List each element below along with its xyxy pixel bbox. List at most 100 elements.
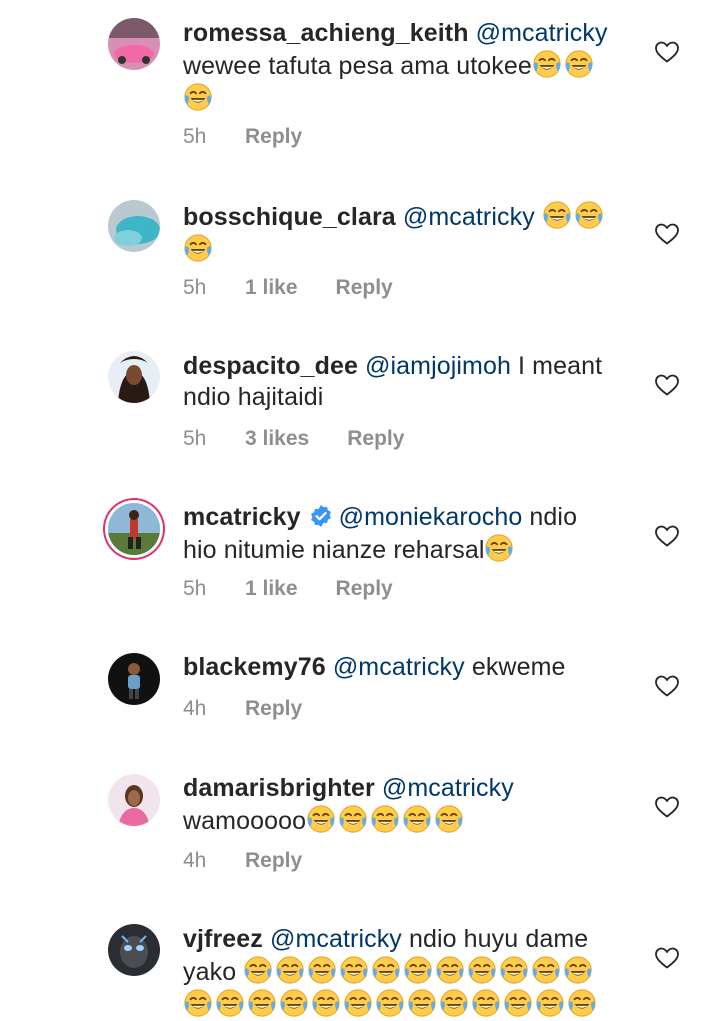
mention-link[interactable]: @moniekarocho (339, 503, 523, 531)
face-with-tears-of-joy-icon (542, 200, 572, 230)
comment-body: yako (183, 958, 237, 986)
reply-button[interactable]: Reply (336, 275, 393, 301)
mention-link[interactable]: @mcatricky (403, 203, 535, 231)
comment-body: wewee tafuta pesa ama utokee (183, 52, 532, 80)
comment-text: bosschique_clara @mcatricky (183, 200, 633, 266)
face-with-tears-of-joy-icon (338, 804, 368, 834)
avatar[interactable] (108, 774, 160, 826)
face-with-tears-of-joy-icon (531, 955, 561, 985)
reply-button[interactable]: Reply (245, 848, 302, 874)
face-with-tears-of-joy-icon (499, 955, 529, 985)
face-with-tears-of-joy-icon (503, 988, 533, 1018)
face-with-tears-of-joy-icon (247, 988, 277, 1018)
face-with-tears-of-joy-icon (535, 988, 565, 1018)
comment-body: ndio (529, 503, 578, 531)
comment-body: ekweme (471, 653, 566, 681)
reply-button[interactable]: Reply (245, 696, 302, 722)
face-with-tears-of-joy-icon (467, 955, 497, 985)
avatar[interactable] (108, 351, 160, 403)
timestamp: 4h (183, 697, 207, 720)
reply-button[interactable]: Reply (347, 426, 404, 452)
comment-body: ndio hajitaidi (183, 383, 324, 411)
face-with-tears-of-joy-icon (407, 988, 437, 1018)
face-with-tears-of-joy-icon (307, 955, 337, 985)
comment-meta: 5h 1 like Reply (183, 576, 393, 602)
username[interactable]: despacito_dee (183, 352, 358, 380)
comment-text: romessa_achieng_keith @mcatricky wewee t… (183, 18, 633, 115)
mention-link[interactable]: @iamjojimoh (365, 352, 511, 380)
face-with-tears-of-joy-icon (183, 233, 213, 263)
heart-outline-icon[interactable] (654, 795, 680, 819)
face-with-tears-of-joy-icon (343, 988, 373, 1018)
timestamp: 4h (183, 849, 207, 872)
mention-link[interactable]: @mcatricky (476, 19, 608, 47)
face-with-tears-of-joy-icon (563, 955, 593, 985)
face-with-tears-of-joy-icon (370, 804, 400, 834)
username[interactable]: blackemy76 (183, 653, 326, 681)
comment-text: mcatricky @moniekarocho ndio hio nitumie … (183, 502, 633, 566)
username[interactable]: damarisbrighter (183, 774, 375, 802)
timestamp: 5h (183, 276, 207, 299)
verified-badge-icon (310, 505, 331, 527)
likes-count[interactable]: 1 like (245, 275, 298, 301)
comment-meta: 5h 3 likes Reply (183, 426, 404, 452)
face-with-tears-of-joy-icon (183, 988, 213, 1018)
heart-outline-icon[interactable] (654, 40, 680, 64)
likes-count[interactable]: 1 like (245, 576, 298, 602)
comment-body: hio nitumie nianze reharsal (183, 536, 485, 564)
face-with-tears-of-joy-icon (279, 988, 309, 1018)
face-with-tears-of-joy-icon (435, 955, 465, 985)
heart-outline-icon[interactable] (654, 674, 680, 698)
mention-link[interactable]: @mcatricky (270, 925, 402, 953)
heart-outline-icon[interactable] (654, 524, 680, 548)
emoji-group (183, 991, 599, 1019)
face-with-tears-of-joy-icon (403, 955, 433, 985)
mention-link[interactable]: @mcatricky (382, 774, 514, 802)
username[interactable]: mcatricky (183, 503, 301, 531)
avatar[interactable] (108, 924, 160, 976)
emoji-group (484, 536, 516, 564)
emoji-group (183, 85, 215, 113)
face-with-tears-of-joy-icon (564, 49, 594, 79)
username[interactable]: vjfreez (183, 925, 263, 953)
reply-button[interactable]: Reply (245, 124, 302, 150)
emoji-group (306, 807, 466, 835)
comment-meta: 4h Reply (183, 848, 302, 874)
heart-outline-icon[interactable] (654, 222, 680, 246)
face-with-tears-of-joy-icon (484, 533, 514, 563)
face-with-tears-of-joy-icon (574, 200, 604, 230)
comment-body: I meant (518, 352, 603, 380)
avatar[interactable] (108, 653, 160, 705)
face-with-tears-of-joy-icon (311, 988, 341, 1018)
emoji-group (183, 236, 215, 264)
face-with-tears-of-joy-icon (339, 955, 369, 985)
emoji-group (532, 52, 596, 80)
face-with-tears-of-joy-icon (471, 988, 501, 1018)
username[interactable]: bosschique_clara (183, 203, 396, 231)
comment-text: blackemy76 @mcatricky ekweme (183, 652, 633, 683)
comment-text: damarisbrighter @mcatricky wamooooo (183, 773, 633, 837)
timestamp: 5h (183, 577, 207, 600)
timestamp: 5h (183, 427, 207, 450)
avatar[interactable] (108, 18, 160, 70)
mention-link[interactable]: @mcatricky (333, 653, 465, 681)
face-with-tears-of-joy-icon (434, 804, 464, 834)
face-with-tears-of-joy-icon (375, 988, 405, 1018)
face-with-tears-of-joy-icon (183, 82, 213, 112)
face-with-tears-of-joy-icon (243, 955, 273, 985)
heart-outline-icon[interactable] (654, 946, 680, 970)
reply-button[interactable]: Reply (336, 576, 393, 602)
username[interactable]: romessa_achieng_keith (183, 19, 469, 47)
likes-count[interactable]: 3 likes (245, 426, 309, 452)
comment-text: vjfreez @mcatricky ndio huyu dame yako (183, 924, 633, 1021)
heart-outline-icon[interactable] (654, 373, 680, 397)
face-with-tears-of-joy-icon (439, 988, 469, 1018)
comment-body: wamooooo (183, 807, 307, 835)
face-with-tears-of-joy-icon (402, 804, 432, 834)
emoji-group (542, 203, 606, 231)
avatar[interactable] (108, 200, 160, 252)
avatar[interactable] (108, 503, 160, 555)
comment-body: ndio huyu dame (408, 925, 589, 953)
comment-meta: 5h Reply (183, 124, 302, 150)
face-with-tears-of-joy-icon (215, 988, 245, 1018)
